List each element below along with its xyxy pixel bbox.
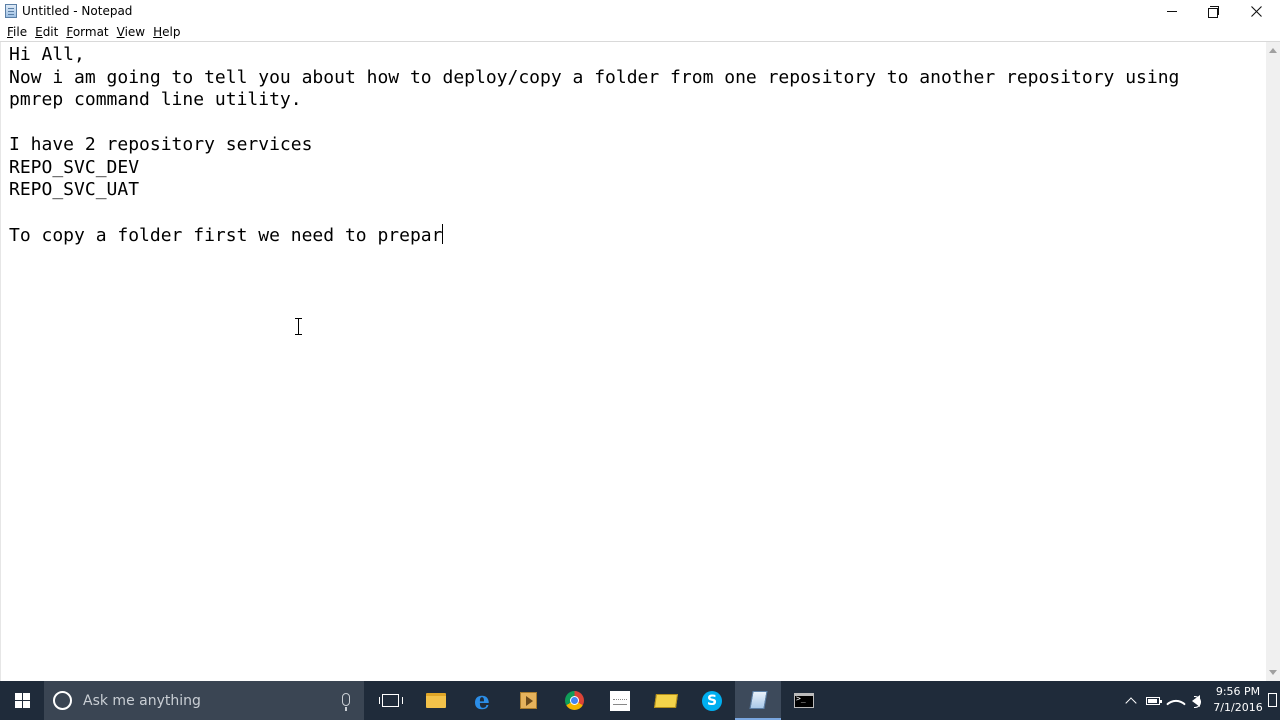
- mail-icon: [654, 693, 678, 708]
- show-hidden-icons-button[interactable]: [1122, 681, 1140, 720]
- editor-line: REPO_SVC_DEV: [9, 156, 140, 178]
- editor-line: Now i am going to tell you about how to …: [9, 66, 1180, 88]
- file-explorer-button[interactable]: [413, 681, 459, 720]
- skype-button[interactable]: S: [689, 681, 735, 720]
- text-caret: [442, 224, 444, 244]
- battery-button[interactable]: [1143, 681, 1163, 720]
- cortana-icon: [53, 691, 72, 710]
- edge-icon: e: [474, 686, 490, 715]
- editor-line: pmrep command line utility.: [9, 89, 302, 110]
- battery-icon: [1146, 696, 1162, 705]
- search-placeholder: Ask me anything: [83, 693, 201, 709]
- notepad-icon: [748, 690, 768, 709]
- media-player-button[interactable]: [505, 681, 551, 720]
- taskbar: Ask me anything e S 9:56 PM 7/1/2016: [0, 681, 1280, 720]
- minimize-button[interactable]: [1150, 0, 1194, 22]
- menu-bar: File Edit Format View Help: [0, 22, 1280, 41]
- notepad-app-icon[interactable]: [5, 4, 17, 18]
- close-button[interactable]: [1234, 0, 1278, 22]
- task-view-icon: [378, 694, 403, 707]
- ibeam-cursor-icon: [294, 318, 303, 335]
- volume-button[interactable]: [1186, 681, 1206, 720]
- menu-file[interactable]: File: [3, 25, 31, 39]
- skype-icon: S: [702, 690, 722, 711]
- menu-view[interactable]: View: [113, 25, 149, 39]
- action-center-icon[interactable]: [1268, 693, 1277, 707]
- clock-time: 9:56 PM: [1215, 685, 1261, 698]
- editor-line: I have 2 repository services: [9, 134, 313, 155]
- start-button[interactable]: [0, 681, 44, 720]
- speaker-icon: [1192, 694, 1201, 708]
- vertical-scrollbar[interactable]: [1266, 42, 1280, 681]
- paint-icon: [610, 690, 630, 711]
- chevron-up-icon: [1125, 696, 1137, 709]
- minimize-icon: [1167, 10, 1177, 12]
- menu-format[interactable]: Format: [62, 25, 112, 39]
- restore-icon: [1207, 5, 1219, 18]
- window-title: Untitled - Notepad: [22, 4, 133, 18]
- editor-content[interactable]: Hi All, Now i am going to tell you about …: [9, 44, 1179, 248]
- cortana-search-box[interactable]: Ask me anything: [44, 681, 364, 720]
- windows-logo-icon: [14, 693, 30, 708]
- scroll-up-icon[interactable]: [1269, 48, 1277, 53]
- clock-date: 7/1/2016: [1213, 701, 1263, 714]
- task-view-button[interactable]: [367, 681, 413, 720]
- menu-edit[interactable]: Edit: [31, 25, 62, 39]
- notepad-taskbar-button[interactable]: [735, 681, 781, 720]
- system-clock[interactable]: 9:56 PM 7/1/2016: [1210, 684, 1266, 716]
- paint-button[interactable]: [597, 681, 643, 720]
- editor-line: REPO_SVC_UAT: [9, 179, 140, 200]
- media-player-icon: [519, 692, 537, 709]
- wifi-icon: [1166, 693, 1186, 714]
- edge-button[interactable]: e: [459, 681, 505, 720]
- text-editor[interactable]: Hi All, Now i am going to tell you about …: [0, 42, 1266, 681]
- scroll-down-icon[interactable]: [1269, 670, 1277, 675]
- editor-line-current: To copy a folder first we need to prepar: [9, 224, 444, 246]
- chrome-button[interactable]: [551, 681, 597, 720]
- mail-button[interactable]: [643, 681, 689, 720]
- editor-line: Hi All,: [9, 44, 85, 65]
- network-button[interactable]: [1166, 681, 1186, 720]
- file-explorer-icon: [426, 693, 446, 708]
- command-prompt-icon: [794, 693, 814, 708]
- menu-help[interactable]: Help: [149, 25, 184, 39]
- microphone-icon[interactable]: [342, 693, 350, 711]
- command-prompt-button[interactable]: [781, 681, 827, 720]
- close-icon: [1250, 5, 1262, 17]
- chrome-icon: [564, 691, 584, 710]
- title-bar: Untitled - Notepad: [0, 0, 1280, 22]
- restore-button[interactable]: [1191, 0, 1235, 22]
